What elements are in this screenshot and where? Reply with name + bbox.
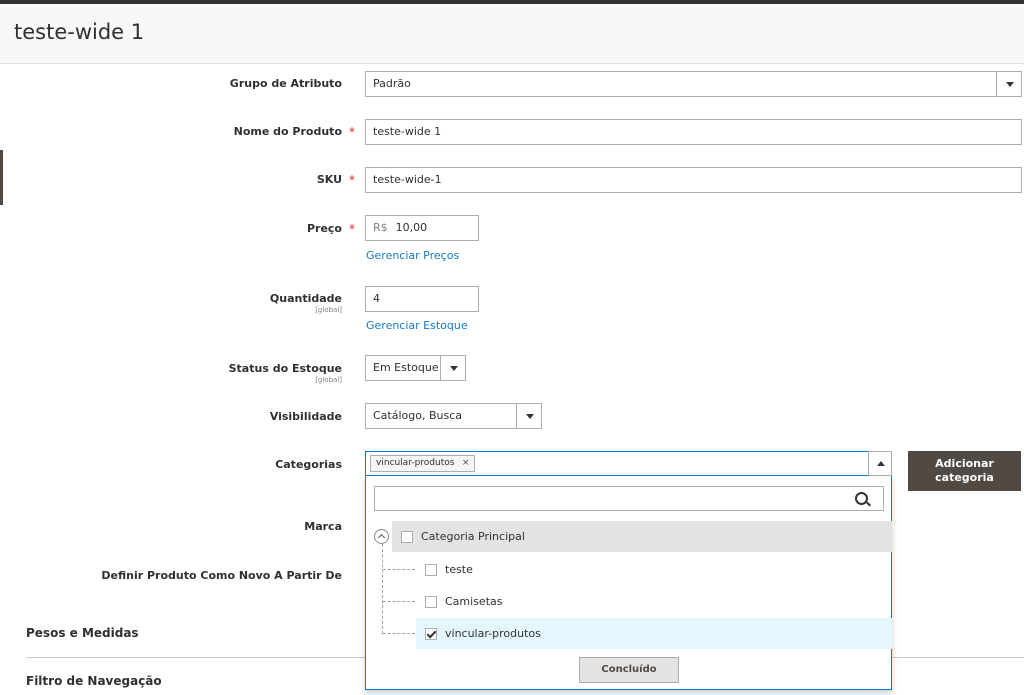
product-name-value: teste-wide 1 bbox=[373, 125, 442, 138]
manage-stock-link[interactable]: Gerenciar Estoque bbox=[366, 319, 468, 332]
price-input[interactable]: R$ 10,00 bbox=[365, 215, 479, 241]
sku-label: SKU bbox=[316, 173, 342, 186]
quantity-input[interactable]: 4 bbox=[365, 286, 479, 312]
checkbox-camisetas[interactable] bbox=[425, 596, 437, 608]
checkbox-vincular-produtos[interactable] bbox=[425, 628, 437, 640]
sku-value: teste-wide-1 bbox=[373, 173, 442, 186]
manage-prices-link[interactable]: Gerenciar Preços bbox=[366, 249, 459, 262]
quantity-label-text: Quantidade bbox=[269, 292, 342, 305]
tree-label-root: Categoria Principal bbox=[421, 530, 525, 543]
quantity-scope: [global] bbox=[315, 306, 342, 314]
categories-label: Categorias bbox=[275, 458, 342, 471]
section-weights[interactable]: Pesos e Medidas bbox=[26, 626, 139, 640]
add-category-button[interactable]: Adicionar categoria bbox=[908, 451, 1021, 491]
section-navigation-filter[interactable]: Filtro de Navegação bbox=[26, 674, 162, 688]
visibility-select[interactable]: Catálogo, Busca bbox=[365, 403, 542, 429]
sku-input[interactable]: teste-wide-1 bbox=[365, 167, 1022, 193]
page-title: teste-wide 1 bbox=[14, 20, 145, 44]
tree-label-camisetas[interactable]: Camisetas bbox=[445, 595, 502, 608]
tree-connector bbox=[383, 633, 415, 634]
remove-tag-icon[interactable]: × bbox=[462, 456, 470, 471]
required-marker: * bbox=[349, 173, 355, 187]
chevron-up-icon[interactable] bbox=[868, 451, 892, 476]
required-marker: * bbox=[349, 222, 355, 236]
stock-status-label-text: Status do Estoque bbox=[228, 362, 342, 375]
chevron-down-icon[interactable] bbox=[440, 355, 466, 381]
attribute-set-select[interactable]: Padrão bbox=[365, 71, 1022, 97]
price-label: Preço bbox=[306, 222, 342, 235]
new-from-label: Definir Produto Como Novo A Partir De bbox=[101, 569, 342, 582]
brand-label: Marca bbox=[304, 520, 342, 533]
category-tag: vincular-produtos × bbox=[370, 455, 476, 472]
chevron-down-icon[interactable] bbox=[996, 71, 1022, 97]
stock-status-label: Status do Estoque [global] bbox=[229, 362, 342, 384]
stock-status-scope: [global] bbox=[315, 376, 342, 384]
tree-connector bbox=[383, 569, 415, 570]
attribute-set-label: Grupo de Atributo bbox=[229, 77, 342, 90]
quantity-label: Quantidade [global] bbox=[270, 292, 342, 314]
done-button[interactable]: Concluído bbox=[579, 657, 679, 683]
checkbox-teste[interactable] bbox=[425, 564, 437, 576]
search-icon[interactable] bbox=[855, 492, 868, 505]
visibility-value: Catálogo, Busca bbox=[373, 409, 463, 422]
quantity-value: 4 bbox=[373, 292, 380, 305]
stock-status-select[interactable]: Em Estoque bbox=[365, 355, 466, 381]
tree-label-teste[interactable]: teste bbox=[445, 563, 473, 576]
required-marker: * bbox=[349, 125, 355, 139]
page-header: teste-wide 1 bbox=[0, 4, 1024, 64]
checkbox-root[interactable] bbox=[401, 531, 413, 543]
tree-connector bbox=[382, 544, 383, 634]
product-name-label: Nome do Produto bbox=[233, 125, 342, 138]
tree-connector bbox=[383, 601, 415, 602]
tree-label-vincular-produtos[interactable]: vincular-produtos bbox=[445, 627, 541, 640]
collapse-icon[interactable] bbox=[374, 529, 389, 544]
stock-status-value: Em Estoque bbox=[373, 361, 439, 374]
chevron-down-icon[interactable] bbox=[516, 403, 542, 429]
category-search-input[interactable] bbox=[374, 486, 884, 511]
category-tag-label: vincular-produtos bbox=[376, 458, 455, 468]
price-value: 10,00 bbox=[395, 221, 428, 234]
currency-prefix: R$ bbox=[373, 221, 388, 234]
categories-multiselect[interactable]: vincular-produtos × bbox=[365, 451, 892, 476]
sidebar-edge bbox=[0, 150, 3, 205]
category-dropdown: Categoria Principal teste Camisetas vinc… bbox=[365, 476, 892, 690]
product-name-input[interactable]: teste-wide 1 bbox=[365, 119, 1022, 145]
visibility-label: Visibilidade bbox=[269, 410, 342, 423]
attribute-set-value: Padrão bbox=[373, 77, 411, 90]
